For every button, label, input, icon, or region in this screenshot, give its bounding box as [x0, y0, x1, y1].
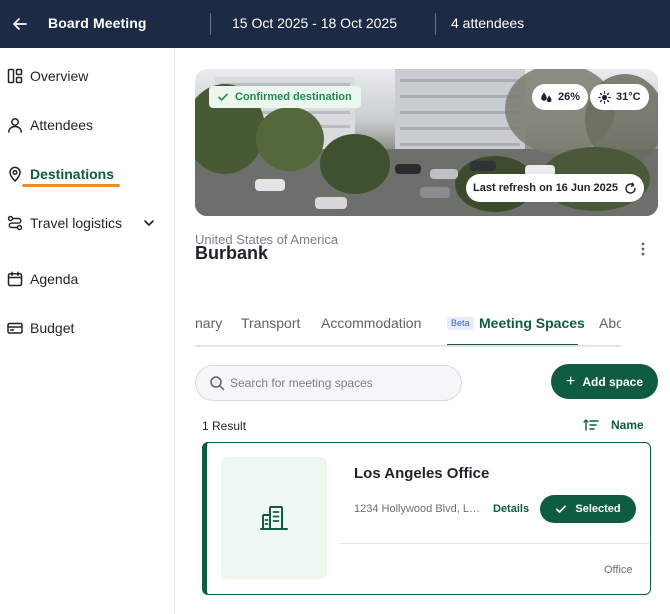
sidebar-item-label: Overview: [30, 68, 89, 84]
search-field: [195, 365, 462, 401]
sort-icon[interactable]: [583, 418, 599, 432]
tab-transport[interactable]: Transport: [241, 315, 300, 331]
refresh-button[interactable]: Last refresh on 16 Jun 2025: [466, 174, 644, 202]
check-icon: [217, 91, 229, 103]
active-tab-indicator: [447, 344, 578, 345]
back-arrow-icon[interactable]: [8, 12, 32, 36]
selected-label: Selected: [575, 503, 621, 515]
top-bar: Board Meeting 15 Oct 2025 - 18 Oct 2025 …: [0, 0, 670, 48]
building-icon: [260, 505, 288, 531]
results-count: 1 Result: [202, 419, 247, 433]
droplets-icon: [540, 91, 553, 104]
beta-badge: Beta: [447, 317, 474, 330]
sidebar-item-label: Attendees: [30, 117, 94, 133]
sidebar-item-label: Travel logistics: [30, 215, 123, 231]
attendee-count: 4 attendees: [451, 15, 525, 31]
route-icon: [6, 214, 24, 232]
sidebar-item-agenda[interactable]: Agenda: [0, 259, 174, 299]
confirmed-destination-badge: Confirmed destination: [209, 86, 361, 108]
plus-icon: +: [565, 372, 576, 390]
humidity-chip: 26%: [532, 84, 589, 110]
selected-button[interactable]: Selected: [540, 495, 636, 523]
sidebar-item-label: Budget: [30, 320, 75, 336]
space-address: 1234 Hollywood Blvd, Los Angeles: [354, 503, 485, 515]
tab-meeting-spaces[interactable]: Meeting Spaces: [479, 315, 585, 331]
active-underline: [22, 184, 120, 187]
sidebar-item-attendees[interactable]: Attendees: [0, 105, 174, 145]
destination-tabs: nary Transport Accommodation Beta Meetin…: [195, 300, 621, 347]
user-icon: [6, 116, 24, 134]
refresh-icon: [624, 182, 637, 195]
search-icon: [209, 375, 225, 391]
chevron-down-icon[interactable]: [142, 216, 156, 230]
sidebar-item-label: Agenda: [30, 271, 79, 287]
humidity-value: 26%: [558, 91, 581, 103]
sun-icon: [598, 90, 611, 104]
space-name: Los Angeles Office: [354, 465, 490, 482]
sidebar-item-label: Destinations: [30, 166, 115, 182]
layout-icon: [6, 67, 24, 85]
tab-accommodation[interactable]: Accommodation: [321, 315, 421, 331]
calendar-icon: [6, 270, 24, 288]
destination-photo: Confirmed destination 26% 31°C Last refr…: [195, 69, 658, 216]
sidebar-item-budget[interactable]: Budget: [0, 308, 174, 348]
meeting-space-card[interactable]: Los Angeles Office 1234 Hollywood Blvd, …: [202, 442, 651, 595]
sidebar-item-destinations[interactable]: Destinations: [0, 154, 174, 194]
space-type: Office: [604, 564, 633, 576]
add-space-label: Add space: [582, 374, 644, 389]
tab-about[interactable]: About: [599, 315, 621, 331]
wallet-icon: [6, 319, 24, 337]
event-dates: 15 Oct 2025 - 18 Oct 2025: [232, 15, 397, 31]
more-options-icon[interactable]: [634, 240, 652, 258]
header-divider: [210, 13, 211, 35]
space-thumbnail: [221, 457, 327, 579]
add-space-button[interactable]: + Add space: [551, 364, 658, 399]
check-icon: [555, 503, 567, 515]
details-link[interactable]: Details: [493, 503, 529, 515]
event-title: Board Meeting: [48, 15, 147, 31]
temperature-chip: 31°C: [590, 84, 649, 110]
sidebar: Overview Attendees Destinations Travel l…: [0, 48, 175, 614]
card-divider: [340, 543, 650, 544]
tab-summary[interactable]: nary: [195, 315, 222, 331]
search-input[interactable]: [230, 374, 450, 392]
temperature-value: 31°C: [616, 91, 641, 103]
header-divider: [435, 13, 436, 35]
sort-by-name[interactable]: Name: [611, 418, 644, 432]
confirmed-destination-label: Confirmed destination: [235, 91, 352, 103]
map-pin-icon: [6, 165, 24, 183]
sidebar-item-travel-logistics[interactable]: Travel logistics: [0, 203, 174, 243]
destination-city: Burbank: [195, 243, 269, 263]
last-refresh-label: Last refresh on 16 Jun 2025: [473, 182, 618, 194]
sidebar-item-overview[interactable]: Overview: [0, 56, 174, 96]
